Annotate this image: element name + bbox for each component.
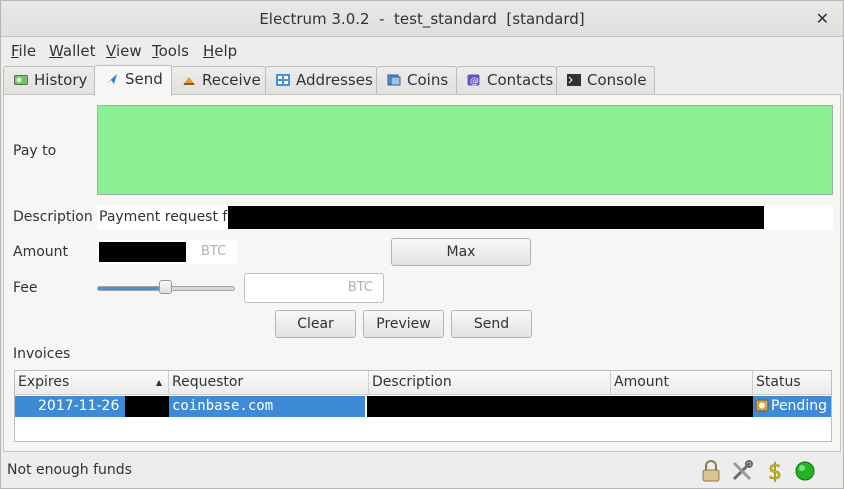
send-button[interactable]: Send [451, 310, 532, 338]
fee-slider-fill [98, 287, 166, 290]
description-value: Payment request for [99, 209, 242, 225]
window-title: Electrum 3.0.2 - test_standard [standard… [259, 10, 585, 28]
svg-text:$: $ [768, 460, 782, 482]
max-button[interactable]: Max [391, 238, 531, 266]
close-button[interactable]: ✕ [816, 9, 829, 28]
tab-coins[interactable]: Coins [376, 66, 457, 95]
seed-icon[interactable]: $ [763, 460, 787, 486]
sort-ascending-icon: ▲ [155, 378, 162, 387]
title-bar: Electrum 3.0.2 - test_standard [standard… [1, 1, 843, 37]
svg-text:@: @ [470, 77, 479, 87]
network-status-icon[interactable] [793, 460, 817, 482]
cell-expires: 2017-11-26 [15, 396, 125, 417]
history-icon [14, 68, 28, 85]
description-label: Description [13, 209, 93, 225]
column-expires[interactable]: Expires ▲ [15, 371, 169, 395]
amount-label: Amount [13, 244, 69, 260]
addresses-icon [276, 68, 290, 86]
fee-input[interactable]: BTC [244, 273, 384, 303]
console-icon [567, 68, 581, 86]
column-amount[interactable]: Amount [611, 371, 753, 395]
contacts-icon: @ [467, 68, 481, 87]
menu-wallet[interactable]: Wallet [49, 42, 96, 60]
cell-requestor: coinbase.com [169, 396, 365, 417]
redacted-description [228, 206, 764, 229]
tab-send[interactable]: Send [94, 65, 172, 96]
menu-view[interactable]: View [106, 42, 142, 60]
tab-history[interactable]: History [3, 66, 95, 95]
preview-button[interactable]: Preview [363, 310, 444, 338]
receive-icon [182, 68, 196, 85]
column-description[interactable]: Description [369, 371, 611, 395]
menu-file[interactable]: File [11, 42, 36, 60]
redacted-cell [125, 396, 169, 417]
clear-button[interactable]: Clear [275, 310, 356, 338]
menu-tools[interactable]: Tools [152, 42, 189, 60]
send-panel: Pay to Description Payment request for A… [3, 94, 841, 452]
pay-to-label: Pay to [13, 143, 57, 159]
fee-slider-handle[interactable] [159, 280, 172, 294]
redacted-description-amount [367, 396, 753, 417]
status-message: Not enough funds [7, 462, 132, 478]
table-row[interactable]: 2017-11-26 coinbase.com Pending [15, 396, 831, 417]
tab-console[interactable]: Console [556, 66, 655, 95]
electrum-window: Electrum 3.0.2 - test_standard [standard… [0, 0, 844, 489]
tab-contacts[interactable]: @ Contacts [456, 66, 557, 95]
amount-unit: BTC [201, 244, 227, 259]
preferences-icon[interactable] [731, 460, 755, 482]
fee-unit: BTC [347, 280, 373, 295]
menu-help[interactable]: Help [203, 42, 237, 60]
coins-icon [387, 68, 401, 86]
invoices-title: Invoices [13, 346, 71, 362]
pending-icon [755, 398, 769, 412]
status-bar: Not enough funds $ [1, 454, 843, 488]
tab-receive[interactable]: Receive [171, 66, 266, 95]
send-icon [105, 67, 119, 84]
invoices-table: Expires ▲ Requestor Description Amount S… [14, 370, 832, 442]
cell-status: Pending [753, 396, 831, 417]
description-input[interactable]: Payment request for [97, 205, 833, 230]
menu-bar: File Wallet View Tools Help [1, 38, 843, 64]
pay-to-input[interactable] [97, 105, 833, 195]
redacted-amount [99, 242, 186, 262]
amount-input[interactable]: BTC [97, 240, 237, 264]
column-status[interactable]: Status [753, 371, 831, 395]
tab-bar: History Send Receive Addresses Coins @ Co… [1, 65, 843, 96]
column-requestor[interactable]: Requestor [169, 371, 369, 395]
fee-label: Fee [13, 280, 38, 296]
tab-addresses[interactable]: Addresses [265, 66, 377, 95]
lock-icon[interactable] [699, 460, 723, 482]
